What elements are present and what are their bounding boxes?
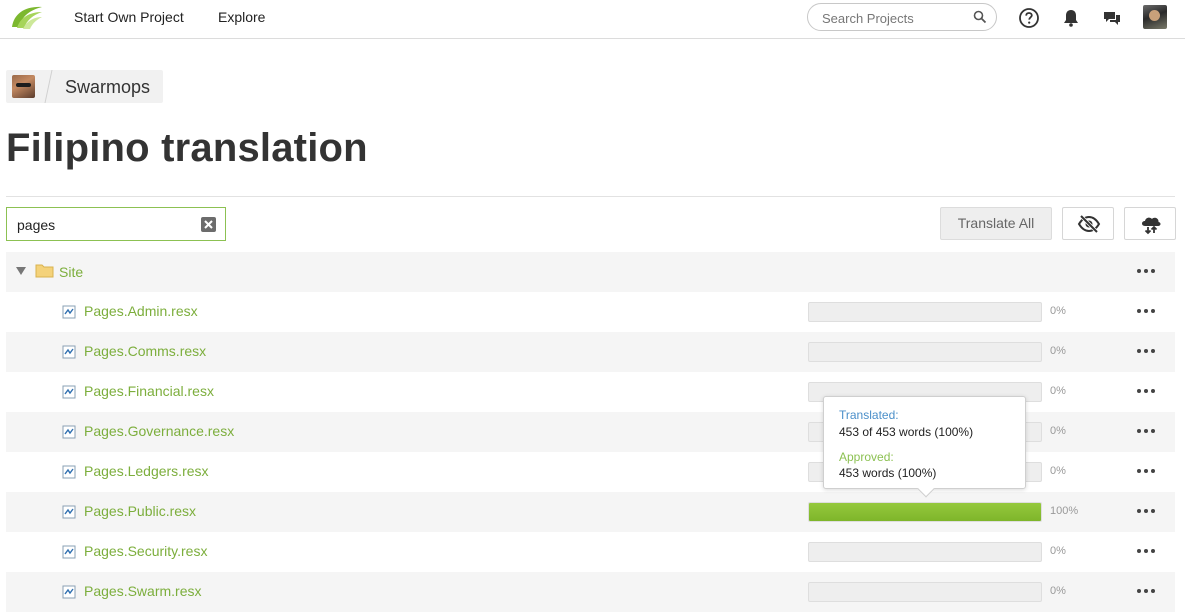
more-options-icon[interactable] — [1137, 349, 1155, 353]
approved-value: 453 words (100%) — [839, 466, 937, 480]
breadcrumb: Swarmops — [6, 70, 163, 103]
eye-slash-icon — [1077, 214, 1101, 234]
clear-icon[interactable] — [201, 217, 216, 232]
more-options-icon[interactable] — [1137, 389, 1155, 393]
approved-label: Approved: — [839, 450, 894, 464]
toggle-hidden-button[interactable] — [1062, 207, 1114, 240]
progress-percent: 0% — [1050, 425, 1066, 437]
progress-percent: 0% — [1050, 385, 1066, 397]
file-name[interactable]: Pages.Security.resx — [84, 543, 207, 559]
file-row[interactable]: Pages.Comms.resx 0% — [6, 332, 1175, 372]
page-title: Filipino translation — [6, 126, 368, 170]
file-row[interactable]: Pages.Swarm.resx 0% — [6, 572, 1175, 612]
translate-all-button[interactable]: Translate All — [940, 207, 1052, 240]
progress-bar[interactable] — [808, 582, 1042, 602]
progress-percent: 0% — [1050, 545, 1066, 557]
resx-file-icon — [62, 505, 76, 519]
progress-percent: 0% — [1050, 465, 1066, 477]
progress-bar[interactable] — [808, 302, 1042, 322]
more-options-icon[interactable] — [1137, 269, 1155, 273]
resx-file-icon — [62, 425, 76, 439]
file-row[interactable]: Pages.Public.resx 100% — [6, 492, 1175, 532]
divider — [6, 196, 1175, 197]
resx-file-icon — [62, 465, 76, 479]
progress-bar[interactable] — [808, 342, 1042, 362]
folder-icon — [35, 264, 54, 278]
nav-explore[interactable]: Explore — [218, 9, 265, 25]
more-options-icon[interactable] — [1137, 429, 1155, 433]
progress-percent: 100% — [1050, 505, 1079, 517]
file-name[interactable]: Pages.Ledgers.resx — [84, 463, 209, 479]
more-options-icon[interactable] — [1137, 589, 1155, 593]
file-name[interactable]: Pages.Financial.resx — [84, 383, 214, 399]
search-icon[interactable] — [973, 10, 987, 24]
file-name[interactable]: Pages.Comms.resx — [84, 343, 206, 359]
top-nav: Start Own Project Explore — [0, 0, 1185, 39]
cloud-transfer-icon — [1142, 217, 1161, 235]
logo-icon[interactable] — [8, 3, 46, 33]
collapse-caret-icon[interactable] — [16, 267, 26, 275]
file-row[interactable]: Pages.Admin.resx 0% — [6, 292, 1175, 332]
owner-avatar[interactable] — [12, 75, 35, 98]
file-name[interactable]: Pages.Admin.resx — [84, 303, 198, 319]
search-box — [807, 3, 997, 31]
more-options-icon[interactable] — [1137, 469, 1155, 473]
bell-icon[interactable] — [1060, 7, 1082, 29]
progress-fill — [809, 503, 1041, 521]
resx-file-icon — [62, 545, 76, 559]
resx-file-icon — [62, 345, 76, 359]
breadcrumb-project[interactable]: Swarmops — [65, 77, 150, 98]
resx-file-icon — [62, 385, 76, 399]
translated-label: Translated: — [839, 408, 899, 422]
more-options-icon[interactable] — [1137, 509, 1155, 513]
resx-file-icon — [62, 585, 76, 599]
messages-icon[interactable] — [1101, 7, 1123, 29]
file-name[interactable]: Pages.Public.resx — [84, 503, 196, 519]
progress-bar[interactable] — [808, 502, 1042, 522]
progress-bar[interactable] — [808, 542, 1042, 562]
help-icon[interactable] — [1018, 7, 1040, 29]
file-name[interactable]: Pages.Governance.resx — [84, 423, 234, 439]
filter-box — [6, 207, 226, 241]
breadcrumb-separator — [44, 70, 53, 103]
progress-percent: 0% — [1050, 585, 1066, 597]
resx-file-icon — [62, 305, 76, 319]
user-avatar[interactable] — [1143, 5, 1167, 29]
folder-label[interactable]: Site — [59, 264, 83, 280]
progress-tooltip: Translated: 453 of 453 words (100%) Appr… — [823, 396, 1026, 489]
search-input[interactable] — [820, 8, 974, 28]
nav-start-own-project[interactable]: Start Own Project — [74, 9, 184, 25]
translated-value: 453 of 453 words (100%) — [839, 425, 974, 439]
progress-percent: 0% — [1050, 345, 1066, 357]
file-name[interactable]: Pages.Swarm.resx — [84, 583, 201, 599]
progress-percent: 0% — [1050, 305, 1066, 317]
file-row[interactable]: Pages.Security.resx 0% — [6, 532, 1175, 572]
more-options-icon[interactable] — [1137, 309, 1155, 313]
filter-input[interactable] — [15, 215, 199, 235]
upload-download-button[interactable] — [1124, 207, 1176, 240]
folder-row[interactable]: Site — [6, 252, 1175, 292]
more-options-icon[interactable] — [1137, 549, 1155, 553]
